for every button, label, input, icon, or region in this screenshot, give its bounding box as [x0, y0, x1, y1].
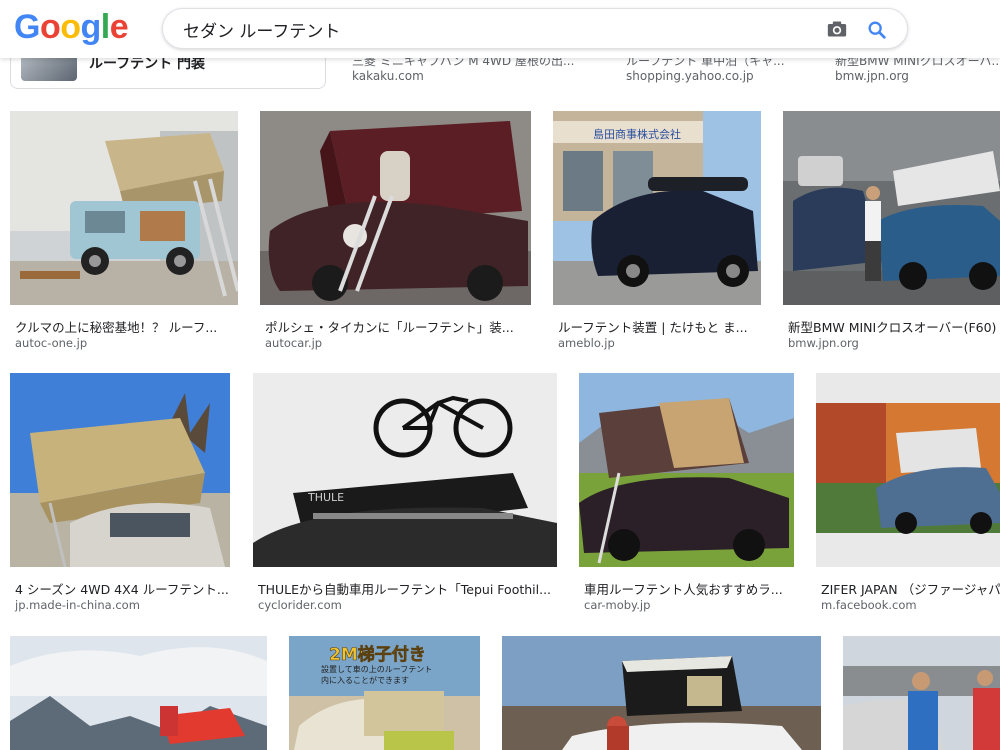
- search-box: [162, 8, 908, 49]
- image-result[interactable]: THULE THULEから自動車用ルーフテント「Tepui Foothil...…: [253, 373, 557, 613]
- image-result[interactable]: [843, 636, 1000, 750]
- image-result[interactable]: 島田商事株式会社 ルーフテント装置 | たけもと ま... ameblo.jp: [553, 111, 761, 351]
- result-source[interactable]: ameblo.jp: [558, 336, 615, 350]
- search-input[interactable]: [183, 17, 803, 41]
- result-title[interactable]: ZIFER JAPAN （ジファージャパ: [821, 579, 1000, 598]
- result-source[interactable]: car-moby.jp: [584, 598, 650, 612]
- result-thumbnail[interactable]: [10, 111, 238, 305]
- result-title[interactable]: 新型BMW MINIクロスオーバー(F60): [788, 317, 1000, 336]
- image-result[interactable]: ポルシェ・タイカンに「ルーフテント」装... autocar.jp: [260, 111, 531, 351]
- image-result[interactable]: 4 シーズン 4WD 4X4 ルーフテント... jp.made-in-chin…: [10, 373, 230, 613]
- result-source[interactable]: autocar.jp: [265, 336, 322, 350]
- header-bar: Google: [0, 0, 1000, 58]
- logo-letter: l: [100, 8, 110, 46]
- result-thumbnail[interactable]: THULE: [253, 373, 557, 567]
- image-result[interactable]: 2M梯子付き 設置して車の上のルーフテント 内に入ることができます: [289, 636, 480, 750]
- result-title[interactable]: 車用ルーフテント人気おすすめラ...: [584, 579, 794, 598]
- google-logo[interactable]: Google: [14, 8, 129, 47]
- result-title[interactable]: ルーフテント装置 | たけもと ま...: [558, 317, 758, 336]
- result-source[interactable]: autoc-one.jp: [15, 336, 87, 350]
- result-thumbnail[interactable]: [10, 373, 230, 567]
- logo-letter: G: [14, 8, 40, 46]
- result-source[interactable]: jp.made-in-china.com: [15, 598, 140, 612]
- result-thumbnail[interactable]: [579, 373, 794, 567]
- result-thumbnail[interactable]: [502, 636, 821, 750]
- result-thumbnail[interactable]: [10, 636, 267, 750]
- result-title[interactable]: 4 シーズン 4WD 4X4 ルーフテント...: [15, 579, 233, 598]
- image-result[interactable]: 車用ルーフテント人気おすすめラ... car-moby.jp: [579, 373, 794, 613]
- search-icon[interactable]: [866, 19, 888, 41]
- result-source[interactable]: cyclorider.com: [258, 598, 342, 612]
- result-thumbnail[interactable]: [783, 111, 1000, 305]
- partial-result-source[interactable]: shopping.yahoo.co.jp: [626, 69, 754, 83]
- result-source[interactable]: m.facebook.com: [821, 598, 917, 612]
- shop-sign-text: 島田商事株式会社: [593, 127, 681, 141]
- result-thumbnail[interactable]: 島田商事株式会社: [553, 111, 761, 305]
- camera-icon[interactable]: [827, 20, 847, 38]
- result-title[interactable]: THULEから自動車用ルーフテント「Tepui Foothil...: [258, 579, 558, 598]
- result-thumbnail[interactable]: [260, 111, 531, 305]
- logo-letter: g: [80, 8, 102, 46]
- logo-letter: e: [109, 8, 129, 46]
- thule-brand-text: THULE: [307, 491, 344, 504]
- result-thumbnail[interactable]: 2M梯子付き 設置して車の上のルーフテント 内に入ることができます: [289, 636, 480, 750]
- image-result[interactable]: [502, 636, 821, 750]
- ladder-banner-text: 2M梯子付き: [329, 644, 426, 665]
- banner-sub-text: 内に入ることができます: [321, 675, 409, 685]
- image-result[interactable]: ZIFER JAPAN （ジファージャパ m.facebook.com: [816, 373, 1000, 613]
- result-thumbnail[interactable]: [816, 373, 1000, 567]
- logo-letter: o: [60, 8, 81, 46]
- logo-letter: o: [39, 8, 61, 46]
- image-result[interactable]: クルマの上に秘密基地！？ ルーフ... autoc-one.jp: [10, 111, 238, 351]
- result-title[interactable]: クルマの上に秘密基地！？ ルーフ...: [15, 317, 235, 336]
- partial-result-source[interactable]: bmw.jpn.org: [835, 69, 909, 83]
- partial-result-source[interactable]: kakaku.com: [352, 69, 424, 83]
- result-thumbnail[interactable]: [843, 636, 1000, 750]
- image-result[interactable]: [10, 636, 267, 750]
- banner-sub-text: 設置して車の上のルーフテント: [321, 664, 432, 674]
- result-title[interactable]: ポルシェ・タイカンに「ルーフテント」装...: [265, 317, 527, 336]
- image-result[interactable]: 新型BMW MINIクロスオーバー(F60) bmw.jpn.org: [783, 111, 1000, 351]
- result-source[interactable]: bmw.jpn.org: [788, 336, 859, 350]
